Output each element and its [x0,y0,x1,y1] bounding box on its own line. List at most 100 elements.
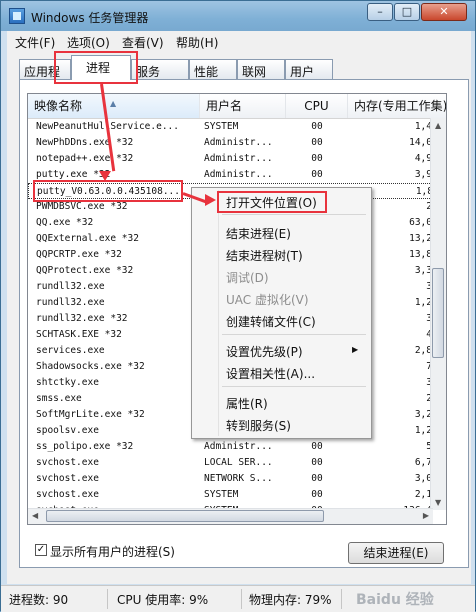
column-memory[interactable]: 内存(专用工作集) [348,94,446,118]
process-name: shtctky.exe [36,377,99,388]
context-menu-separator [222,214,366,215]
process-memory: 3,9 [414,169,432,180]
scroll-right-icon[interactable]: ▶ [423,511,429,520]
process-user: Administr... [204,441,273,452]
table-row[interactable]: ss_polipo.exe *32 Administr... 00 5 [28,439,446,455]
table-row[interactable]: svchost.exe NETWORK S... 00 3,0 [28,471,446,487]
menu-view[interactable]: 查看(V) [122,34,164,51]
task-manager-window: Windows 任务管理器 – □ ✕ 文件(F) 选项(O) 查看(V) 帮助… [0,0,476,612]
watermark-logo: Baidu 经验 [356,592,434,608]
process-name: QQProtect.exe *32 [36,265,134,276]
process-user: SYSTEM [204,489,239,500]
table-row[interactable]: svchost.exe LOCAL SER... 00 6,7 [28,455,446,471]
menu-properties[interactable]: 属性(R) [226,395,268,412]
scroll-down-icon[interactable]: ▼ [435,498,441,507]
process-memory: 4,9 [414,153,432,164]
menu-set-priority[interactable]: 设置优先级(P) [226,343,303,360]
table-row[interactable]: NewPeanutHullService.e... SYSTEM 00 1,4 [28,119,446,135]
process-memory: 6,7 [414,457,432,468]
status-physical-memory: 物理内存: 79% [249,593,332,607]
menu-go-to-service[interactable]: 转到服务(S) [226,417,291,434]
menu-bar: 文件(F) 选项(O) 查看(V) 帮助(H) [7,31,471,51]
process-name: svchost.exe [36,489,99,500]
tab-users[interactable]: 用户 [285,59,333,79]
process-name: smss.exe [36,393,82,404]
status-cpu-usage: CPU 使用率: 9% [117,593,209,607]
end-process-button[interactable]: 结束进程(E) [348,542,444,564]
column-cpu[interactable]: CPU [286,94,348,118]
process-cpu: 00 [311,441,323,452]
horizontal-scroll-thumb[interactable] [46,510,324,522]
process-name: rundll32.exe [36,297,105,308]
arrowhead-right-icon [205,194,216,206]
process-name: rundll32.exe *32 [36,313,128,324]
horizontal-scrollbar[interactable]: ◀ ▶ [28,508,433,524]
menu-set-affinity[interactable]: 设置相关性(A)... [226,365,315,382]
column-username[interactable]: 用户名 [200,94,286,118]
status-separator [341,589,342,609]
status-separator [107,589,108,609]
submenu-arrow-icon: ▶ [352,345,359,354]
vertical-scrollbar[interactable]: ▲ ▼ [430,118,446,510]
tab-networking[interactable]: 联网 [237,59,285,79]
process-name: NewPhDDns.exe *32 [36,137,134,148]
table-row[interactable]: NewPhDDns.exe *32 Administr... 00 14,0 [28,135,446,151]
highlight-processes-tab [54,51,138,84]
title-bar[interactable]: Windows 任务管理器 – □ ✕ [1,1,475,31]
process-user: Administr... [204,169,273,180]
menu-end-process[interactable]: 结束进程(E) [226,225,291,242]
process-name: ss_polipo.exe *32 [36,441,134,452]
menu-create-dump[interactable]: 创建转储文件(C) [226,313,316,330]
window-title: Windows 任务管理器 [31,11,149,25]
process-memory: 5 [348,439,432,455]
process-user: NETWORK S... [204,473,273,484]
menu-end-process-tree[interactable]: 结束进程树(T) [226,247,303,264]
show-all-users-label[interactable]: 显示所有用户的进程(S) [50,543,175,560]
process-name: NewPeanutHullService.e... [36,119,196,135]
process-name: QQPCRTP.exe *32 [36,249,122,260]
task-manager-icon [9,8,25,24]
scroll-up-icon[interactable]: ▲ [435,121,441,130]
context-menu-gutter [218,190,219,436]
table-row[interactable]: svchost.exe SYSTEM 00 2,1 [28,487,446,503]
process-name: Shadowsocks.exe *32 [36,361,145,372]
close-button[interactable]: ✕ [421,3,467,21]
minimize-button[interactable]: – [367,3,393,21]
status-separator [241,589,242,609]
list-header: 映像名称 ▲ 用户名 CPU 内存(专用工作集) [28,94,446,119]
process-cpu: 00 [311,169,323,180]
column-image-name-label: 映像名称 [34,99,83,113]
status-process-count: 进程数: 90 [9,593,69,607]
process-name: SCHTASK.EXE *32 [36,329,122,340]
process-cpu: 00 [311,473,323,484]
context-menu-separator [222,334,366,335]
sort-ascending-icon: ▲ [110,99,117,108]
process-name: rundll32.exe [36,281,105,292]
highlight-selected-process [33,180,183,202]
process-user: LOCAL SER... [204,457,273,468]
process-cpu: 00 [311,457,323,468]
process-memory: 14,0 [409,137,432,148]
vertical-scroll-thumb[interactable] [432,268,444,358]
table-row[interactable]: notepad++.exe *32 Administr... 00 4,9 [28,151,446,167]
menu-help[interactable]: 帮助(H) [176,34,218,51]
scroll-left-icon[interactable]: ◀ [32,511,38,520]
process-memory: 2,1 [414,489,432,500]
process-name: svchost.exe [36,473,99,484]
context-menu: 打开文件位置(O) 结束进程(E) 结束进程树(T) 调试(D) UAC 虚拟化… [191,187,372,439]
process-name: services.exe [36,345,105,356]
process-user: SYSTEM [204,121,239,132]
column-image-name[interactable]: 映像名称 ▲ [28,94,200,118]
process-name: spoolsv.exe [36,425,99,436]
tab-performance[interactable]: 性能 [189,59,237,79]
menu-options[interactable]: 选项(O) [67,34,110,51]
process-cpu: 00 [311,489,323,500]
show-all-users-checkbox[interactable]: ✓ [35,544,47,556]
process-memory: 3,0 [414,473,432,484]
menu-file[interactable]: 文件(F) [15,34,55,51]
tab-services[interactable]: 服务 [131,59,189,79]
maximize-button[interactable]: □ [394,3,420,21]
process-cpu: 00 [311,121,323,132]
process-name: QQ.exe *32 [36,217,94,228]
process-name: QQExternal.exe *32 [36,233,139,244]
